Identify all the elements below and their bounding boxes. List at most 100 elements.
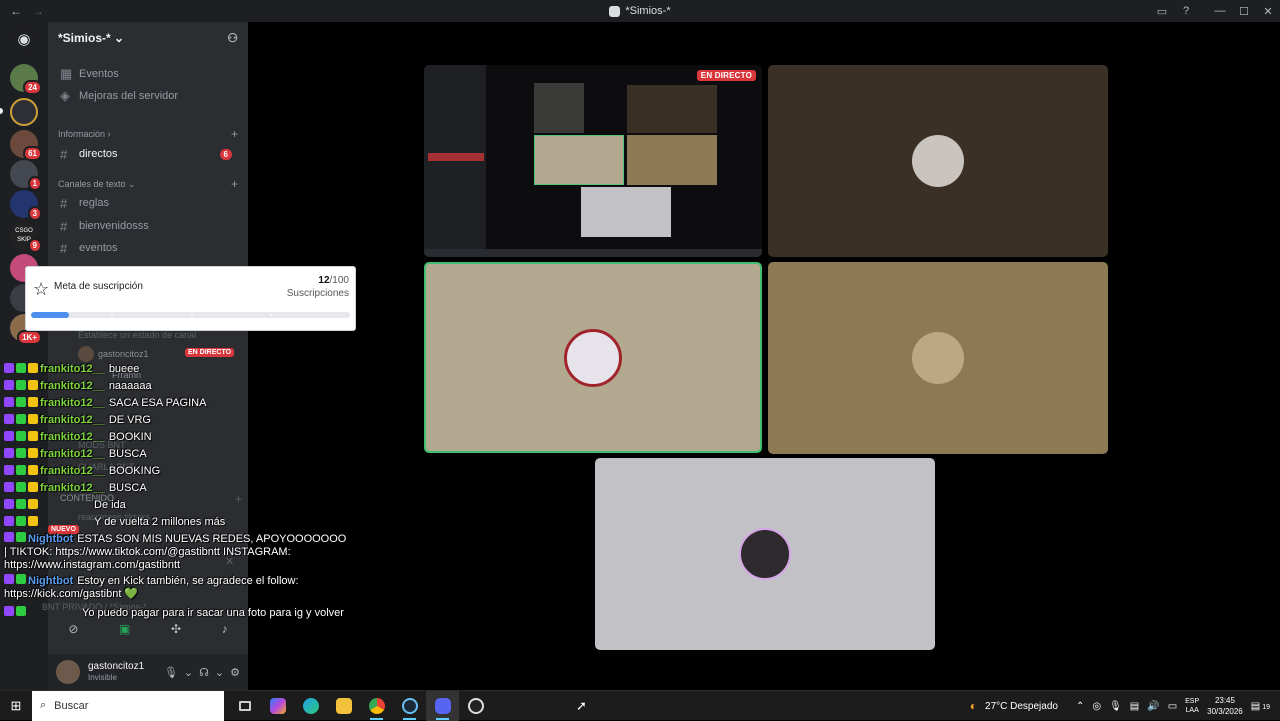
- minimize-button[interactable]: —: [1208, 5, 1232, 17]
- system-tray: ◐ 27°C Despejado ⌃ ◎ 🎙 ▤ 🔊 ▭ ESP LAA 23:…: [970, 691, 1280, 721]
- channel-label: bienvenidosss: [79, 220, 149, 232]
- volume-icon[interactable]: 🔊: [1147, 701, 1159, 712]
- title-controls: ▭ ? — ☐ ✕: [1150, 0, 1280, 22]
- add-channel-icon[interactable]: +: [235, 492, 242, 506]
- network-icon[interactable]: ▤: [1130, 701, 1139, 712]
- server-icon-1[interactable]: 24: [10, 64, 42, 95]
- goal-tick: [270, 314, 273, 316]
- close-button[interactable]: ✕: [1256, 5, 1280, 18]
- chrome-icon[interactable]: [360, 691, 393, 721]
- chevron-down-icon[interactable]: ⌄: [184, 666, 193, 679]
- inbox-icon[interactable]: ▭: [1150, 5, 1174, 18]
- user-avatar[interactable]: [56, 660, 80, 684]
- window-title: *Simios-*: [0, 5, 1280, 17]
- discord-home-icon[interactable]: ◉: [10, 26, 38, 54]
- category-text-label: Canales de texto: [58, 178, 126, 189]
- category-info-label: Información: [58, 129, 106, 139]
- channel-status-hint: Establece un estado de canal: [78, 330, 197, 340]
- server-icon-3[interactable]: 61: [10, 130, 42, 161]
- server-icon-4[interactable]: 1: [10, 160, 42, 191]
- category-text[interactable]: Canales de texto ⌄ +: [58, 176, 238, 192]
- help-icon[interactable]: ?: [1174, 5, 1198, 17]
- channel-directos[interactable]: # directos 6: [56, 144, 240, 164]
- battery-icon[interactable]: ▭: [1168, 701, 1177, 712]
- chat-username: frankito12__: [40, 431, 105, 443]
- soundboard-icon[interactable]: ♪: [222, 622, 228, 636]
- taskbar-search[interactable]: ⌕ Buscar: [32, 690, 224, 721]
- chat-badge-icon: [28, 448, 38, 458]
- mic-tray-icon[interactable]: 🎙: [1109, 701, 1122, 712]
- chat-badge-icon: [4, 574, 14, 584]
- file-explorer-icon[interactable]: [327, 691, 360, 721]
- screen-share-icon[interactable]: ▣: [119, 622, 130, 636]
- obs-icon[interactable]: [459, 691, 492, 721]
- chevron-up-icon[interactable]: ⌃: [1076, 701, 1084, 712]
- server-badge: 1: [27, 176, 42, 191]
- chat-badge-icon: [16, 499, 26, 509]
- chevron-down-icon[interactable]: ⌄: [215, 666, 224, 679]
- language-indicator[interactable]: ESP LAA: [1185, 697, 1199, 715]
- notifications-icon[interactable]: ▤ 19: [1251, 701, 1270, 712]
- add-friend-icon[interactable]: ⚇: [227, 31, 238, 45]
- maximize-button[interactable]: ☐: [1232, 5, 1256, 18]
- screen-share-tile[interactable]: EN DIRECTO: [424, 65, 762, 257]
- server-header[interactable]: *Simios-* ⌄ ⚇: [48, 22, 248, 54]
- channel-eventos[interactable]: # eventos: [56, 238, 240, 258]
- windows-start-icon[interactable]: ⊞: [0, 698, 32, 714]
- mini-tile: [534, 135, 624, 185]
- window-title-text: *Simios-*: [625, 5, 671, 17]
- channel-reglas[interactable]: # reglas: [56, 193, 240, 213]
- chat-message: frankito12__ BOOKING: [4, 464, 160, 479]
- participant-tile-speaking[interactable]: [424, 262, 762, 453]
- category-info[interactable]: Información › +: [58, 126, 238, 142]
- discord-taskbar-icon[interactable]: [426, 690, 459, 721]
- task-view-icon[interactable]: [228, 691, 261, 721]
- camera-off-icon[interactable]: ⊘: [68, 622, 78, 636]
- server-icon-6[interactable]: CSGO SKIP 9: [10, 222, 42, 253]
- back-button[interactable]: ←: [10, 4, 22, 18]
- chat-text: Yo puedo pagar para ir sacar una foto pa…: [82, 607, 344, 619]
- chat-message: De ida: [4, 498, 126, 513]
- chat-badge-icon: [16, 532, 26, 542]
- clock[interactable]: 23:45 30/3/2026: [1207, 695, 1243, 717]
- mic-icon[interactable]: 🎙: [164, 666, 178, 679]
- server-icon-5[interactable]: 3: [10, 190, 42, 221]
- channel-bienvenidosss[interactable]: # bienvenidosss: [56, 216, 240, 236]
- windows-taskbar: ⊞ ⌕ Buscar ➚ ◐ 27°C Despejado ⌃ ◎ 🎙 ▤ 🔊 …: [0, 690, 1280, 721]
- chat-username: frankito12__: [40, 380, 105, 392]
- tray-app-icon[interactable]: ◎: [1092, 701, 1101, 712]
- add-channel-icon[interactable]: +: [231, 127, 238, 141]
- goal-unit: Suscripciones: [286, 288, 349, 299]
- participant-tile[interactable]: [595, 458, 935, 650]
- voice-controls: ⊘ ▣ ✣ ♪: [48, 618, 248, 640]
- edge-icon[interactable]: [294, 691, 327, 721]
- participant-tile[interactable]: [768, 65, 1108, 257]
- weather-text[interactable]: 27°C Despejado: [985, 701, 1058, 712]
- chat-message: frankito12__ naaaaaa: [4, 379, 152, 394]
- notif-count: 19: [1262, 703, 1270, 711]
- settings-gear-icon[interactable]: ⚙: [230, 666, 240, 679]
- clock-time: 23:45: [1214, 696, 1235, 705]
- participant-avatar: [912, 332, 964, 384]
- chat-text: De ida: [94, 499, 126, 511]
- steam-icon[interactable]: [393, 691, 426, 721]
- chevron-down-icon: ⌄: [114, 31, 125, 45]
- boosts-item[interactable]: ◈ Mejoras del servidor: [56, 86, 240, 106]
- chat-message: frankito12__ DE VRG: [4, 413, 151, 428]
- activities-icon[interactable]: ✣: [171, 622, 181, 636]
- headphones-icon[interactable]: ☊: [199, 666, 209, 679]
- chat-badge-icon: [16, 380, 26, 390]
- chat-badge-icon: [16, 574, 26, 584]
- weather-icon: ◐: [969, 699, 978, 713]
- chat-badge-icon: [16, 465, 26, 475]
- add-channel-icon[interactable]: +: [231, 177, 238, 191]
- events-item[interactable]: ▦ Eventos: [56, 64, 240, 84]
- star-icon: ☆: [33, 279, 50, 299]
- participant-tile[interactable]: [768, 262, 1108, 454]
- server-icon-2[interactable]: [10, 98, 38, 126]
- forward-button[interactable]: →: [32, 4, 44, 18]
- chat-badge-icon: [28, 380, 38, 390]
- copilot-icon[interactable]: [261, 691, 294, 721]
- chat-badge-icon: [28, 431, 38, 441]
- voice-stage: EN DIRECTO: [248, 22, 1280, 690]
